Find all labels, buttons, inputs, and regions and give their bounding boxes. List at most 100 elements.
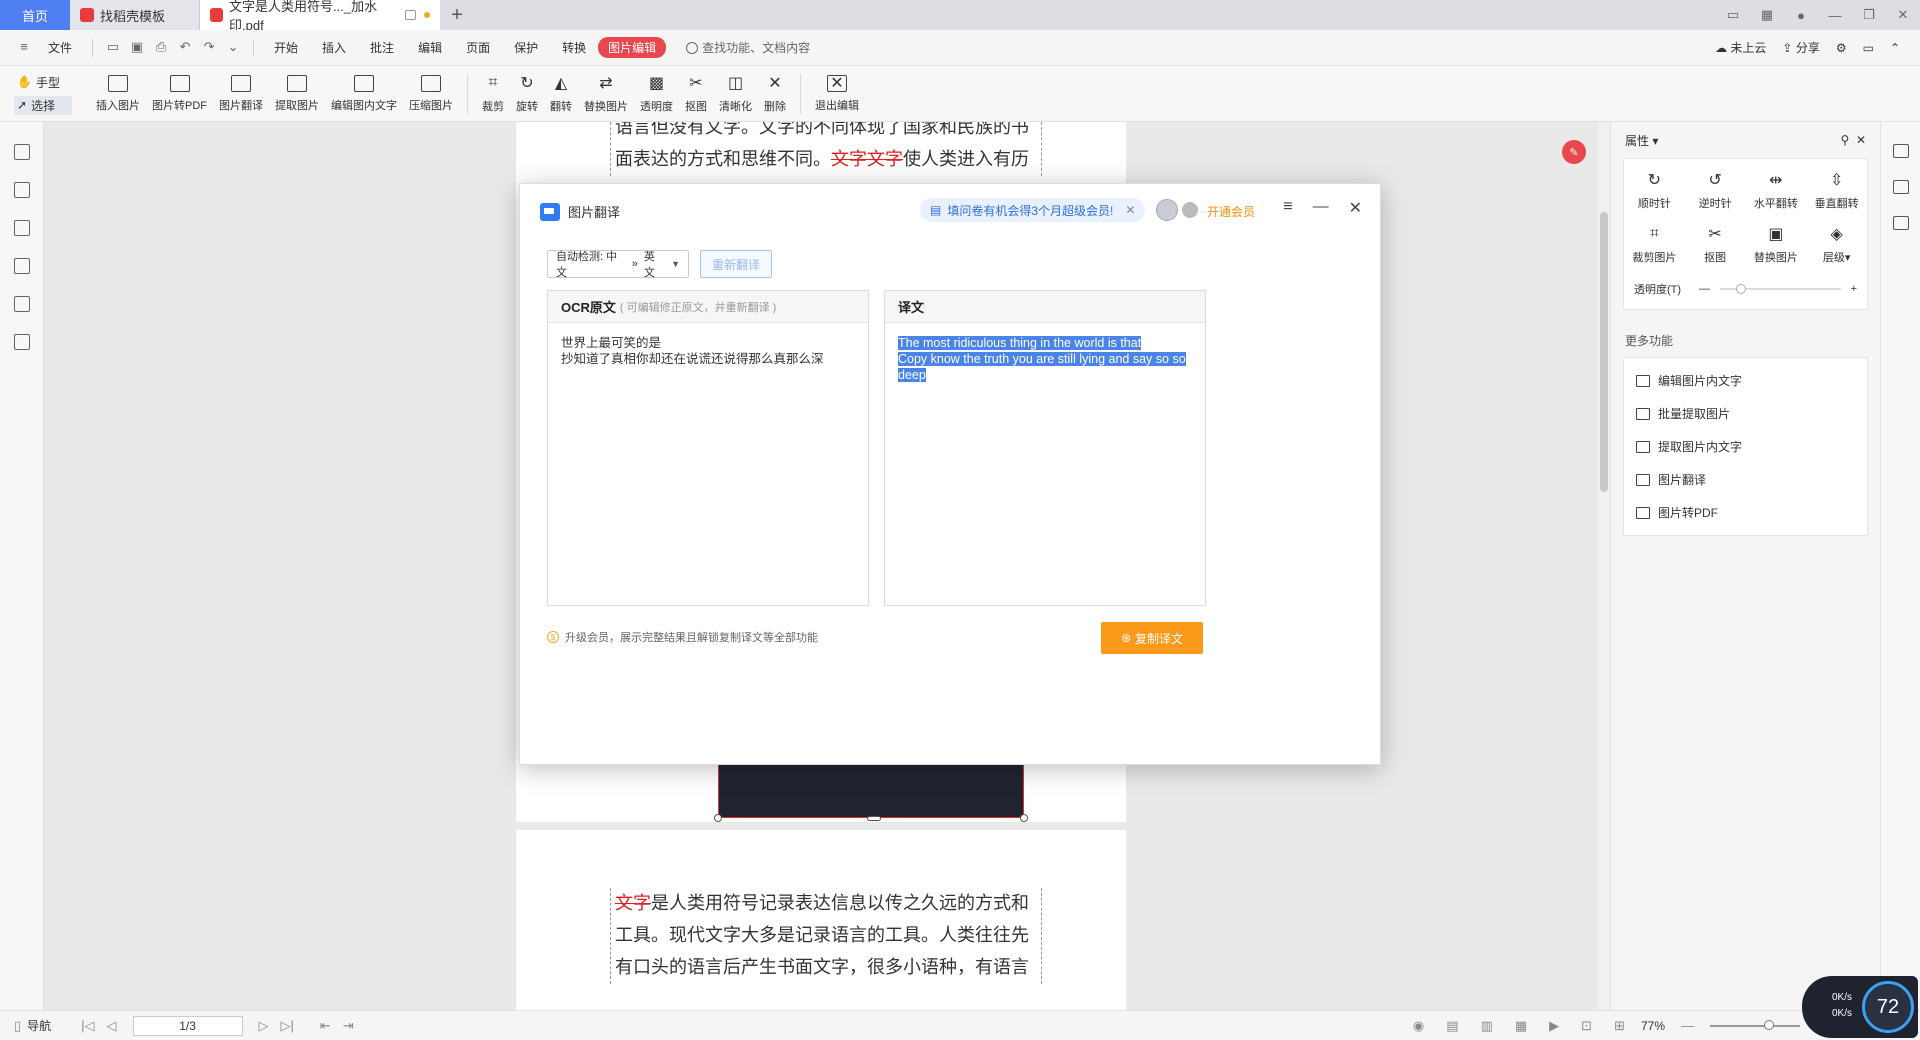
- nav-panel-icon[interactable]: ▯: [14, 1018, 21, 1034]
- hamburger-icon[interactable]: ≡: [15, 39, 33, 57]
- minimize-dialog-icon[interactable]: —: [1313, 198, 1329, 218]
- hand-tool[interactable]: ✋ 手型: [14, 73, 72, 92]
- more-chevron-icon[interactable]: ⌄: [224, 39, 242, 57]
- menu-file[interactable]: 文件: [36, 39, 84, 56]
- close-window-icon[interactable]: ✕: [1886, 7, 1920, 23]
- pin-icon[interactable]: ⚲: [1840, 133, 1849, 147]
- user-avatar-icon[interactable]: ●: [1784, 8, 1818, 23]
- translation-text[interactable]: The most ridiculous thing in the world i…: [885, 323, 1205, 395]
- page-number-input[interactable]: 1/3: [132, 1015, 243, 1036]
- grid-icon[interactable]: ▦: [1750, 7, 1784, 23]
- more-item[interactable]: 提取图片内文字: [1624, 430, 1867, 463]
- cutout-image-button[interactable]: ✂ 抠图: [1685, 223, 1746, 265]
- bookmark-icon[interactable]: [13, 144, 30, 160]
- next-page-icon[interactable]: ▷: [259, 1018, 269, 1034]
- close-promo-icon[interactable]: ✕: [1125, 203, 1135, 217]
- prev-page-icon[interactable]: ◁: [107, 1018, 117, 1034]
- share-button[interactable]: ⇪ 分享: [1782, 39, 1819, 56]
- menu-protect[interactable]: 保护: [502, 39, 550, 56]
- resize-handle[interactable]: [714, 814, 722, 822]
- vertical-scrollbar[interactable]: [1598, 122, 1610, 1010]
- opacity-slider[interactable]: [1720, 284, 1841, 294]
- crop-image-button[interactable]: ⌗ 裁剪图片: [1624, 223, 1685, 265]
- zoom-slider[interactable]: [1710, 1019, 1800, 1030]
- layout-icon[interactable]: ▭: [1716, 7, 1750, 23]
- copy-translation-button[interactable]: ⊛ 复制译文: [1101, 622, 1203, 654]
- open-folder-icon[interactable]: ▭: [104, 39, 122, 57]
- survey-promo[interactable]: ▤ 填问卷有机会得3个月超级会员! ✕: [920, 198, 1146, 222]
- continuous-page-icon[interactable]: ▥: [1481, 1018, 1493, 1034]
- back-icon[interactable]: ⇤: [320, 1018, 331, 1034]
- menu-image-edit[interactable]: 图片编辑: [598, 37, 667, 58]
- close-panel-icon[interactable]: ✕: [1856, 133, 1866, 147]
- signature-icon[interactable]: [13, 296, 30, 312]
- fit-width-icon[interactable]: ⊡: [1581, 1018, 1592, 1034]
- replace-image-button[interactable]: ▣ 替换图片: [1746, 223, 1807, 265]
- properties-title[interactable]: 属性 ▾: [1625, 132, 1658, 149]
- exit-badge-icon[interactable]: ✎: [1562, 140, 1586, 164]
- reading-icon[interactable]: [1892, 180, 1909, 194]
- settings-icon[interactable]: ⚙: [1836, 41, 1847, 55]
- fit-page-icon[interactable]: ⊞: [1614, 1018, 1625, 1034]
- menu-comment[interactable]: 批注: [358, 39, 406, 56]
- flip-vertical-button[interactable]: ⇳ 垂直翻转: [1806, 169, 1867, 211]
- ocr-text-editor[interactable]: 世界上最可笑的是 抄知道了真相你却还在说谎还说得那么真那么深: [548, 323, 868, 379]
- forward-icon[interactable]: ⇥: [343, 1018, 354, 1034]
- more-item[interactable]: 图片翻译: [1624, 463, 1867, 496]
- collapse-ribbon-icon[interactable]: ⌃: [1890, 41, 1900, 55]
- vip-link[interactable]: 开通会员: [1207, 203, 1255, 220]
- menu-convert[interactable]: 转换: [550, 39, 598, 56]
- edit-image-text-button[interactable]: 编辑图内文字: [331, 68, 397, 120]
- message-icon[interactable]: ▭: [1863, 41, 1874, 55]
- double-page-icon[interactable]: ▦: [1515, 1018, 1527, 1034]
- cutout-button[interactable]: ✂ 抠图: [685, 68, 707, 120]
- restore-icon[interactable]: ❐: [1852, 7, 1886, 23]
- tab-document[interactable]: 文字是人类用符号..._加水印.pdf: [200, 0, 440, 33]
- menu-insert[interactable]: 插入: [310, 39, 358, 56]
- save-icon[interactable]: ▣: [128, 39, 146, 57]
- nav-label[interactable]: 导航: [27, 1017, 51, 1034]
- opacity-button[interactable]: ▩ 透明度: [640, 68, 673, 120]
- page-text-block[interactable]: 文字是人类用符号记录表达信息以传之久远的方式和 工具。现代文字大多是记录语言的工…: [610, 888, 1042, 984]
- undo-icon[interactable]: ↶: [176, 39, 194, 57]
- crop-button[interactable]: ⌗ 裁剪: [482, 68, 504, 120]
- feature-search[interactable]: 查找功能、文档内容: [686, 39, 810, 56]
- menu-start[interactable]: 开始: [262, 39, 310, 56]
- menu-icon[interactable]: ≡: [1283, 198, 1292, 218]
- opacity-increase-icon[interactable]: +: [1851, 283, 1857, 295]
- sharpen-button[interactable]: ◫ 清晰化: [719, 68, 752, 120]
- rotate-ccw-button[interactable]: ↺ 逆时针: [1685, 169, 1746, 211]
- cloud-status[interactable]: ☁ 未上云: [1715, 39, 1766, 56]
- tab-home[interactable]: 首页: [0, 0, 70, 30]
- image-translate-button[interactable]: 图片翻译: [219, 68, 263, 120]
- first-page-icon[interactable]: |◁: [81, 1018, 94, 1034]
- rotate-cw-button[interactable]: ↻ 顺时针: [1624, 169, 1685, 211]
- language-select[interactable]: 自动检测: 中文 » 英文 ▼: [547, 250, 689, 279]
- resize-handle[interactable]: [1020, 814, 1028, 822]
- thumbnail-icon[interactable]: [13, 182, 30, 198]
- more-item[interactable]: 编辑图片内文字: [1624, 364, 1867, 397]
- flip-button[interactable]: ◭ 翻转: [550, 68, 572, 120]
- page-text-block[interactable]: 语言但没有文字。文字的不同体现了国家和民族的书 面表达的方式和思维不同。文字文字…: [610, 122, 1042, 176]
- scrollbar-thumb[interactable]: [1600, 212, 1608, 492]
- menu-edit[interactable]: 编辑: [406, 39, 454, 56]
- flip-horizontal-button[interactable]: ⇹ 水平翻转: [1746, 169, 1807, 211]
- avatar[interactable]: [1156, 199, 1178, 221]
- redo-icon[interactable]: ↷: [200, 39, 218, 57]
- layers-icon[interactable]: [13, 334, 30, 350]
- insert-image-button[interactable]: 插入图片: [96, 68, 140, 120]
- replace-image-button[interactable]: ⇄ 替换图片: [584, 68, 628, 120]
- close-dialog-icon[interactable]: ✕: [1349, 198, 1362, 218]
- eye-protect-icon[interactable]: ◉: [1413, 1018, 1424, 1034]
- opacity-slider-knob[interactable]: [1736, 284, 1747, 294]
- last-page-icon[interactable]: ▷|: [281, 1018, 294, 1034]
- translate-panel-icon[interactable]: [1892, 144, 1909, 158]
- zoom-out-icon[interactable]: —: [1681, 1018, 1694, 1033]
- layer-button[interactable]: ◈ 层级▾: [1806, 223, 1867, 265]
- properties-icon[interactable]: [1892, 216, 1909, 230]
- image-to-pdf-button[interactable]: 图片转PDF: [152, 68, 207, 120]
- single-page-icon[interactable]: ▤: [1446, 1018, 1458, 1034]
- comment-panel-icon[interactable]: [13, 220, 30, 236]
- exit-edit-button[interactable]: ✕ 退出编辑: [815, 68, 859, 120]
- resize-handle[interactable]: [867, 816, 881, 821]
